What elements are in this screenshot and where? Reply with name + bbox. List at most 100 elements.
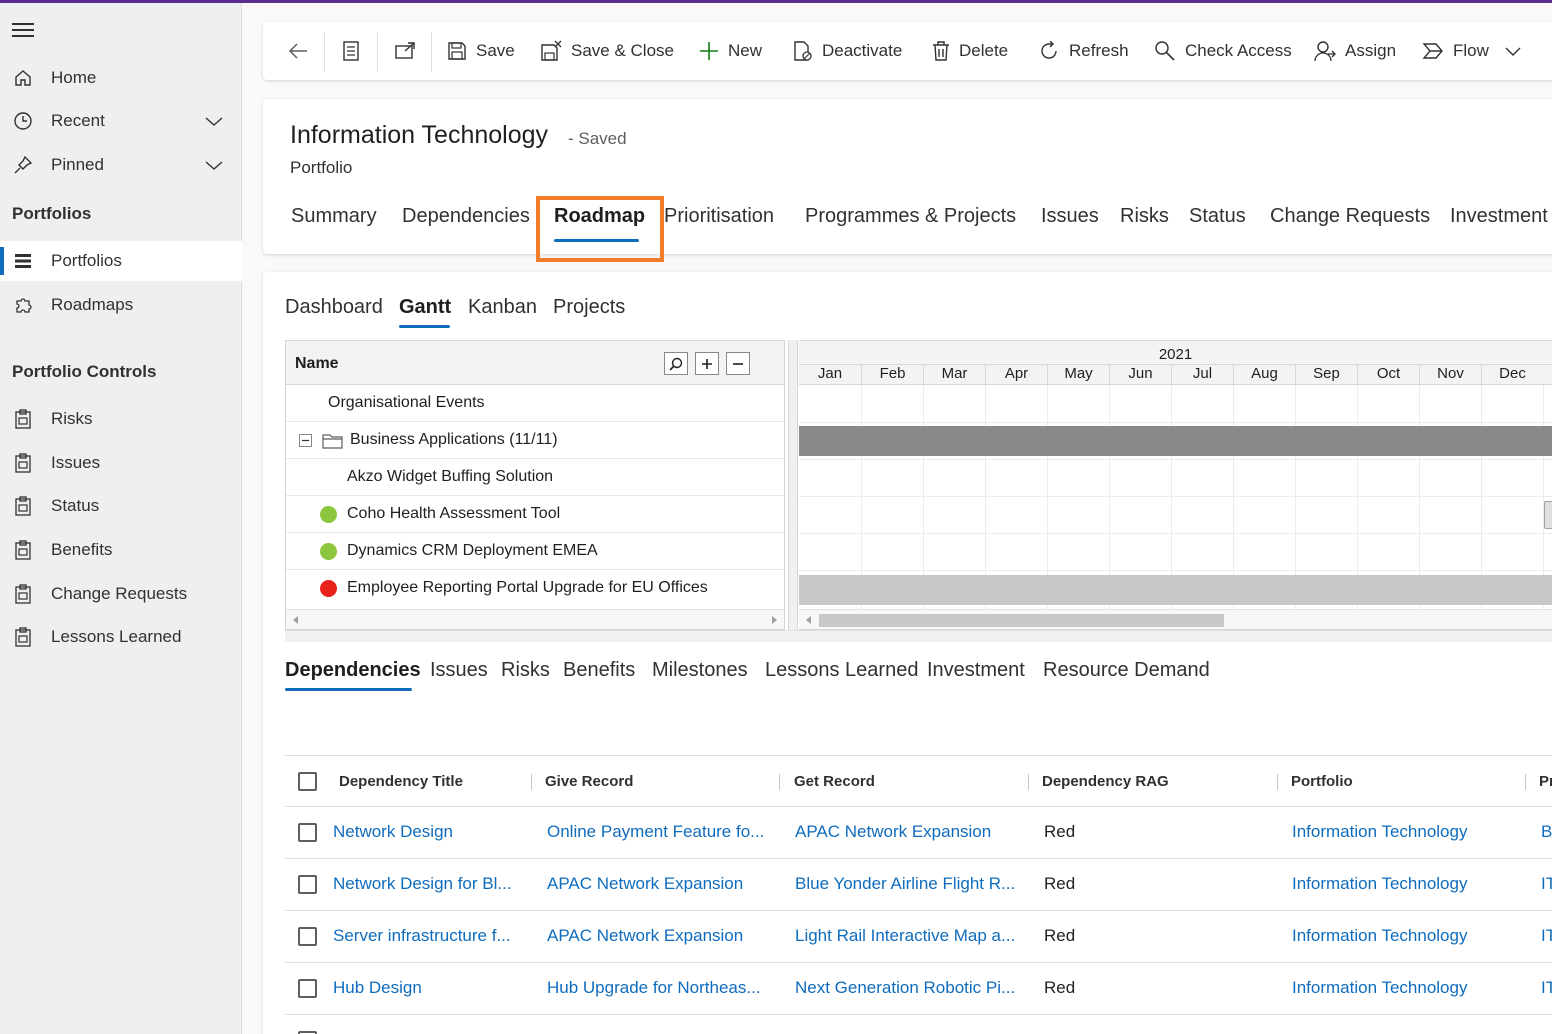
tab-benefits-bottom[interactable]: Benefits	[563, 659, 635, 682]
nav-benefits[interactable]: Benefits	[0, 530, 242, 570]
tab-lessons-learned-bottom[interactable]: Lessons Learned	[765, 659, 918, 682]
save-button[interactable]: Save	[447, 22, 515, 80]
nav-home[interactable]: Home	[0, 58, 242, 98]
tab-programmes-projects[interactable]: Programmes & Projects	[805, 205, 1016, 228]
assign-button[interactable]: Assign	[1314, 22, 1396, 80]
table-row[interactable]: Server infrastructure f... APAC Network …	[285, 911, 1552, 963]
get-record-link[interactable]: Light Rail Interactive Map a...	[795, 926, 1015, 946]
nav-status[interactable]: Status	[0, 486, 242, 526]
dependency-title-link[interactable]: Server infrastructure f...	[333, 926, 511, 946]
expand-all-button[interactable]	[695, 352, 719, 375]
gantt-row[interactable]: Akzo Widget Buffing Solution	[286, 459, 784, 496]
back-button[interactable]	[287, 22, 318, 80]
dependency-title-link[interactable]: Hub Design	[333, 978, 422, 998]
tab-status[interactable]: Status	[1189, 205, 1246, 228]
subtab-projects[interactable]: Projects	[553, 296, 625, 319]
chevron-down-icon[interactable]	[204, 155, 224, 175]
check-access-button[interactable]: Check Access	[1154, 22, 1292, 80]
deactivate-button[interactable]: Deactivate	[793, 22, 902, 80]
tab-milestones-bottom[interactable]: Milestones	[652, 659, 748, 682]
nav-recent[interactable]: Recent	[0, 101, 242, 141]
tab-risks-bottom[interactable]: Risks	[501, 659, 550, 682]
tab-investment[interactable]: Investment	[1450, 205, 1548, 228]
nav-issues[interactable]: Issues	[0, 443, 242, 483]
scrollbar-thumb[interactable]	[819, 614, 1224, 627]
subtab-gantt[interactable]: Gantt	[399, 296, 451, 319]
nav-change-requests[interactable]: Change Requests	[0, 574, 242, 614]
gantt-row[interactable]: Dynamics CRM Deployment EMEA	[286, 533, 784, 570]
gantt-task-bar[interactable]	[1544, 501, 1552, 529]
give-record-link[interactable]: Online Payment Feature fo...	[547, 822, 764, 842]
tab-risks[interactable]: Risks	[1120, 205, 1169, 228]
tab-dependencies[interactable]: Dependencies	[402, 205, 530, 228]
programme-link[interactable]: IT	[1541, 874, 1552, 894]
column-header-dependency-title[interactable]: Dependency Title	[339, 773, 463, 790]
table-row[interactable]: Hub Design Hub Upgrade for Northeas... N…	[285, 963, 1552, 1015]
save-close-button[interactable]: Save & Close	[540, 22, 674, 80]
gantt-row[interactable]: Organisational Events	[286, 385, 784, 422]
get-record-link[interactable]: Blue Yonder Airline Flight R...	[795, 874, 1015, 894]
gantt-task-bar[interactable]	[799, 575, 1552, 605]
tab-change-requests[interactable]: Change Requests	[1270, 205, 1430, 228]
get-record-link[interactable]: Next Generation Robotic Pi...	[795, 978, 1015, 998]
portfolio-link[interactable]: Information Technology	[1292, 978, 1467, 998]
programme-link[interactable]: IT	[1541, 978, 1552, 998]
column-header-get-record[interactable]: Get Record	[794, 773, 875, 790]
gantt-row[interactable]: Employee Reporting Portal Upgrade for EU…	[286, 570, 784, 607]
tab-issues[interactable]: Issues	[1041, 205, 1099, 228]
gantt-summary-bar[interactable]	[799, 426, 1552, 456]
dependency-title-link[interactable]: Network Design	[333, 822, 453, 842]
give-record-link[interactable]: APAC Network Expansion	[547, 926, 743, 946]
open-new-window-button[interactable]	[394, 22, 425, 80]
column-header-programme[interactable]: Pr	[1539, 773, 1552, 790]
column-header-dependency-rag[interactable]: Dependency RAG	[1042, 773, 1169, 790]
portfolio-link[interactable]: Information Technology	[1292, 822, 1467, 842]
programme-link[interactable]: IT	[1541, 926, 1552, 946]
delete-button[interactable]: Delete	[932, 22, 1008, 80]
collapse-all-button[interactable]	[726, 352, 750, 375]
column-header-give-record[interactable]: Give Record	[545, 773, 633, 790]
row-checkbox[interactable]	[298, 823, 317, 842]
new-button[interactable]: New	[699, 22, 762, 80]
subtab-dashboard[interactable]: Dashboard	[285, 296, 383, 319]
hamburger-menu-icon[interactable]	[12, 23, 34, 39]
nav-pinned[interactable]: Pinned	[0, 145, 242, 185]
portfolio-link[interactable]: Information Technology	[1292, 926, 1467, 946]
tab-prioritisation[interactable]: Prioritisation	[664, 205, 774, 228]
search-button[interactable]	[664, 352, 688, 375]
timeline-horizontal-scrollbar[interactable]	[799, 609, 1552, 629]
nav-portfolios[interactable]: Portfolios	[0, 241, 242, 281]
tab-summary[interactable]: Summary	[291, 205, 377, 228]
table-row[interactable]: Network Design Online Payment Feature fo…	[285, 807, 1552, 859]
programme-link[interactable]: B	[1541, 822, 1552, 842]
get-record-link[interactable]: APAC Network Expansion	[795, 822, 991, 842]
nav-risks[interactable]: Risks	[0, 399, 242, 439]
flow-button[interactable]: Flow	[1422, 22, 1530, 80]
portfolio-link[interactable]: Information Technology	[1292, 874, 1467, 894]
dependency-title-link[interactable]: Network Design for Bl...	[333, 874, 512, 894]
refresh-button[interactable]: Refresh	[1039, 22, 1129, 80]
gantt-row[interactable]: Business Applications (11/11)	[286, 422, 784, 459]
collapse-toggle-icon[interactable]	[299, 434, 312, 447]
gantt-splitter[interactable]	[788, 340, 798, 630]
tab-issues-bottom[interactable]: Issues	[430, 659, 488, 682]
table-row[interactable]	[285, 1015, 1552, 1034]
tab-investment-bottom[interactable]: Investment	[927, 659, 1025, 682]
tab-resource-demand-bottom[interactable]: Resource Demand	[1043, 659, 1210, 682]
chevron-down-icon[interactable]	[204, 111, 224, 131]
table-row[interactable]: Network Design for Bl... APAC Network Ex…	[285, 859, 1552, 911]
row-checkbox[interactable]	[298, 979, 317, 998]
give-record-link[interactable]: APAC Network Expansion	[547, 874, 743, 894]
grid-horizontal-scrollbar[interactable]	[286, 609, 784, 629]
nav-roadmaps[interactable]: Roadmaps	[0, 285, 242, 325]
row-checkbox[interactable]	[298, 875, 317, 894]
form-view-button[interactable]	[342, 22, 369, 80]
row-checkbox[interactable]	[298, 927, 317, 946]
select-all-checkbox[interactable]	[298, 772, 317, 791]
give-record-link[interactable]: Hub Upgrade for Northeas...	[547, 978, 761, 998]
tab-dependencies-bottom[interactable]: Dependencies	[285, 659, 421, 682]
subtab-kanban[interactable]: Kanban	[468, 296, 537, 319]
nav-lessons-learned[interactable]: Lessons Learned	[0, 617, 242, 657]
column-header-portfolio[interactable]: Portfolio	[1291, 773, 1353, 790]
gantt-row[interactable]: Coho Health Assessment Tool	[286, 496, 784, 533]
